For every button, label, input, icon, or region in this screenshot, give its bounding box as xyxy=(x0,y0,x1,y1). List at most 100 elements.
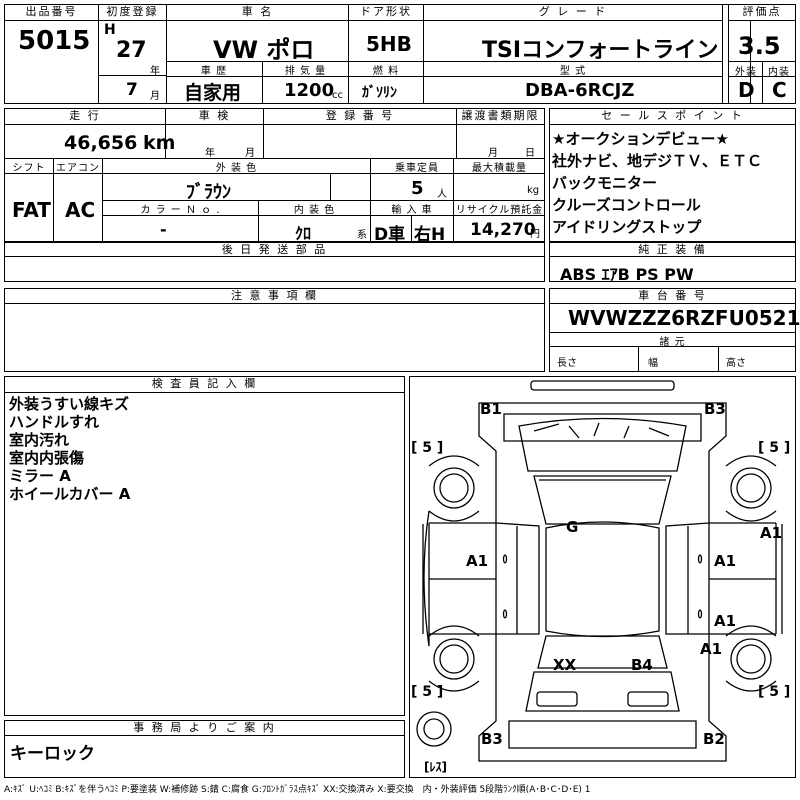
caution-header: 注 意 事 項 欄 xyxy=(5,289,544,304)
damage-mark: A1 xyxy=(760,524,783,542)
damage-mark: B1 xyxy=(480,400,502,418)
damage-mark: B2 xyxy=(703,730,725,748)
office-value: キーロック xyxy=(10,744,95,764)
car-name-header: 車 名 xyxy=(167,5,348,21)
spec-height: 高さ xyxy=(726,358,746,369)
first-reg-year: 27 xyxy=(116,38,147,63)
sales-point-list: ★オークションデビュー★ 社外ナビ、地デジＴＶ、ＥＴＣ バックモニター クルーズ… xyxy=(552,128,794,238)
damage-mark: B4 xyxy=(631,656,653,674)
fuel-header: 燃 料 xyxy=(372,66,400,77)
first-reg-era: H xyxy=(104,22,116,38)
fuel-value: ｶﾞｿﾘﾝ xyxy=(362,85,397,101)
mileage-unit: km xyxy=(143,132,176,154)
sales-point-line: クルーズコントロール xyxy=(552,196,701,214)
mileage-header: 走 行 xyxy=(5,109,165,125)
int-color-unit: 系 xyxy=(357,230,367,241)
recycle-value: 14,270 xyxy=(470,220,536,240)
displacement-header: 排 気 量 xyxy=(284,66,327,77)
inspector-line: ハンドルすれ xyxy=(9,413,100,431)
damage-mark: XX xyxy=(553,656,577,674)
score-int-value: C xyxy=(772,78,787,102)
shift-header: シフト xyxy=(12,163,46,174)
int-color-header: 内 装 色 xyxy=(293,205,336,216)
door-type: 5HB xyxy=(366,32,412,56)
inspector-line: 室内内張傷 xyxy=(9,449,85,467)
grade-header: グ レ ー ド xyxy=(424,5,722,21)
score-ext-value: D xyxy=(738,78,755,102)
sales-point-line: バックモニター xyxy=(552,174,658,192)
aircon-header: エアコン xyxy=(56,163,100,174)
sales-point-header: セ ー ル ス ポ イ ン ト xyxy=(550,109,795,125)
inspection-year-unit: 年 xyxy=(205,148,215,159)
sales-point-line: ★オークションデビュー★ xyxy=(552,130,729,148)
spec-width: 幅 xyxy=(648,358,658,369)
transfer-day-unit: 日 xyxy=(525,148,535,159)
color-no-value: - xyxy=(160,220,167,239)
grade-value: TSIコンフォートライン xyxy=(482,38,719,63)
damage-mark: A1 xyxy=(466,552,489,570)
inspector-list: 外装うすい線キズ ハンドルすれ 室内汚れ 室内内張傷 ミラー A ホイールカバー… xyxy=(9,395,130,503)
inspector-line: ホイールカバー A xyxy=(9,485,131,503)
score-value: 3.5 xyxy=(738,32,781,60)
model-value: DBA-6RCJZ xyxy=(525,80,635,101)
displacement-value: 1200 xyxy=(284,80,335,101)
capacity-unit: 人 xyxy=(437,189,447,200)
sales-point-line: 社外ナビ、地デジＴＶ、ＥＴＣ xyxy=(552,152,763,170)
displacement-unit: cc xyxy=(332,90,343,101)
shift-value: FAT xyxy=(12,198,51,222)
damage-mark: B3 xyxy=(481,730,503,748)
aircon-value: AC xyxy=(65,198,96,222)
color-no-header: カ ラ ー Ｎ ｏ . xyxy=(140,205,221,216)
inspector-line: 外装うすい線キズ xyxy=(9,395,130,413)
max-load-header: 最大積載量 xyxy=(472,163,527,174)
int-color-value: ｸﾛ xyxy=(295,224,312,243)
recycle-unit: 円 xyxy=(530,229,540,240)
lot-header: 出品番号 xyxy=(5,5,98,21)
registration-header: 登 録 番 号 xyxy=(264,109,456,125)
sales-point-line: アイドリングストップ xyxy=(552,218,702,236)
damage-mark: A1 xyxy=(700,640,723,658)
transfer-header: 譲渡書類期限 xyxy=(457,109,544,125)
inspection-month-unit: 月 xyxy=(245,148,255,159)
later-parts-header: 後 日 発 送 部 品 xyxy=(5,243,544,257)
first-reg-header: 初度登録 xyxy=(99,5,166,21)
damage-mark: A1 xyxy=(714,552,737,570)
equipment-header: 純 正 装 備 xyxy=(550,243,795,257)
max-load-unit: kg xyxy=(527,185,540,196)
tire-front-left: [ 5 ] xyxy=(411,440,444,456)
chassis-header: 車 台 番 号 xyxy=(550,289,795,304)
door-header: ドア形状 xyxy=(349,5,423,21)
transfer-month-unit: 月 xyxy=(488,148,498,159)
office-header: 事 務 局 よ り ご 案 内 xyxy=(5,721,404,736)
damage-mark: B3 xyxy=(704,400,726,418)
import-header: 輸 入 車 xyxy=(391,205,433,216)
car-name: VW ポロ xyxy=(213,36,315,64)
damage-mark: A1 xyxy=(714,612,737,630)
spare-tire-mark: [ﾚｽ] xyxy=(424,760,447,774)
model-header: 型 式 xyxy=(559,66,587,77)
equipment-value: ABS ｴｱB PS PW xyxy=(560,265,694,284)
inspector-line: 室内汚れ xyxy=(9,431,70,449)
score-header: 評価点 xyxy=(729,5,795,21)
inspector-header: 検 査 員 記 入 欄 xyxy=(5,377,404,393)
history-header: 車 歴 xyxy=(200,66,228,77)
tire-front-right: [ 5 ] xyxy=(758,440,791,456)
inspection-header: 車 検 xyxy=(166,109,263,125)
first-reg-month: 7 xyxy=(126,80,138,100)
car-diagram xyxy=(416,380,783,762)
ext-color-header: 外 装 色 xyxy=(215,163,258,174)
capacity-value: 5 xyxy=(411,178,424,199)
inspector-line: ミラー A xyxy=(9,467,71,485)
history-value: 自家用 xyxy=(184,82,242,104)
first-reg-month-unit: 月 xyxy=(150,91,160,102)
tire-rear-right: [ 5 ] xyxy=(758,684,791,700)
damage-mark: G xyxy=(566,518,579,536)
capacity-header: 乗車定員 xyxy=(395,163,439,174)
chassis-number: WVWZZZ6RZFU052157 xyxy=(568,306,800,330)
lot-number: 5015 xyxy=(18,26,91,56)
legend: A:ｷｽﾞ U:ﾍｺﾐ B:ｷｽﾞを伴うﾍｺﾐ P:要塗装 W:補修跡 S:錆 … xyxy=(4,785,591,795)
mileage-value: 46,656 xyxy=(64,132,138,154)
tire-rear-left: [ 5 ] xyxy=(411,684,444,700)
recycle-header: リサイクル預託金 xyxy=(455,205,544,216)
spec-length: 長さ xyxy=(557,358,577,369)
